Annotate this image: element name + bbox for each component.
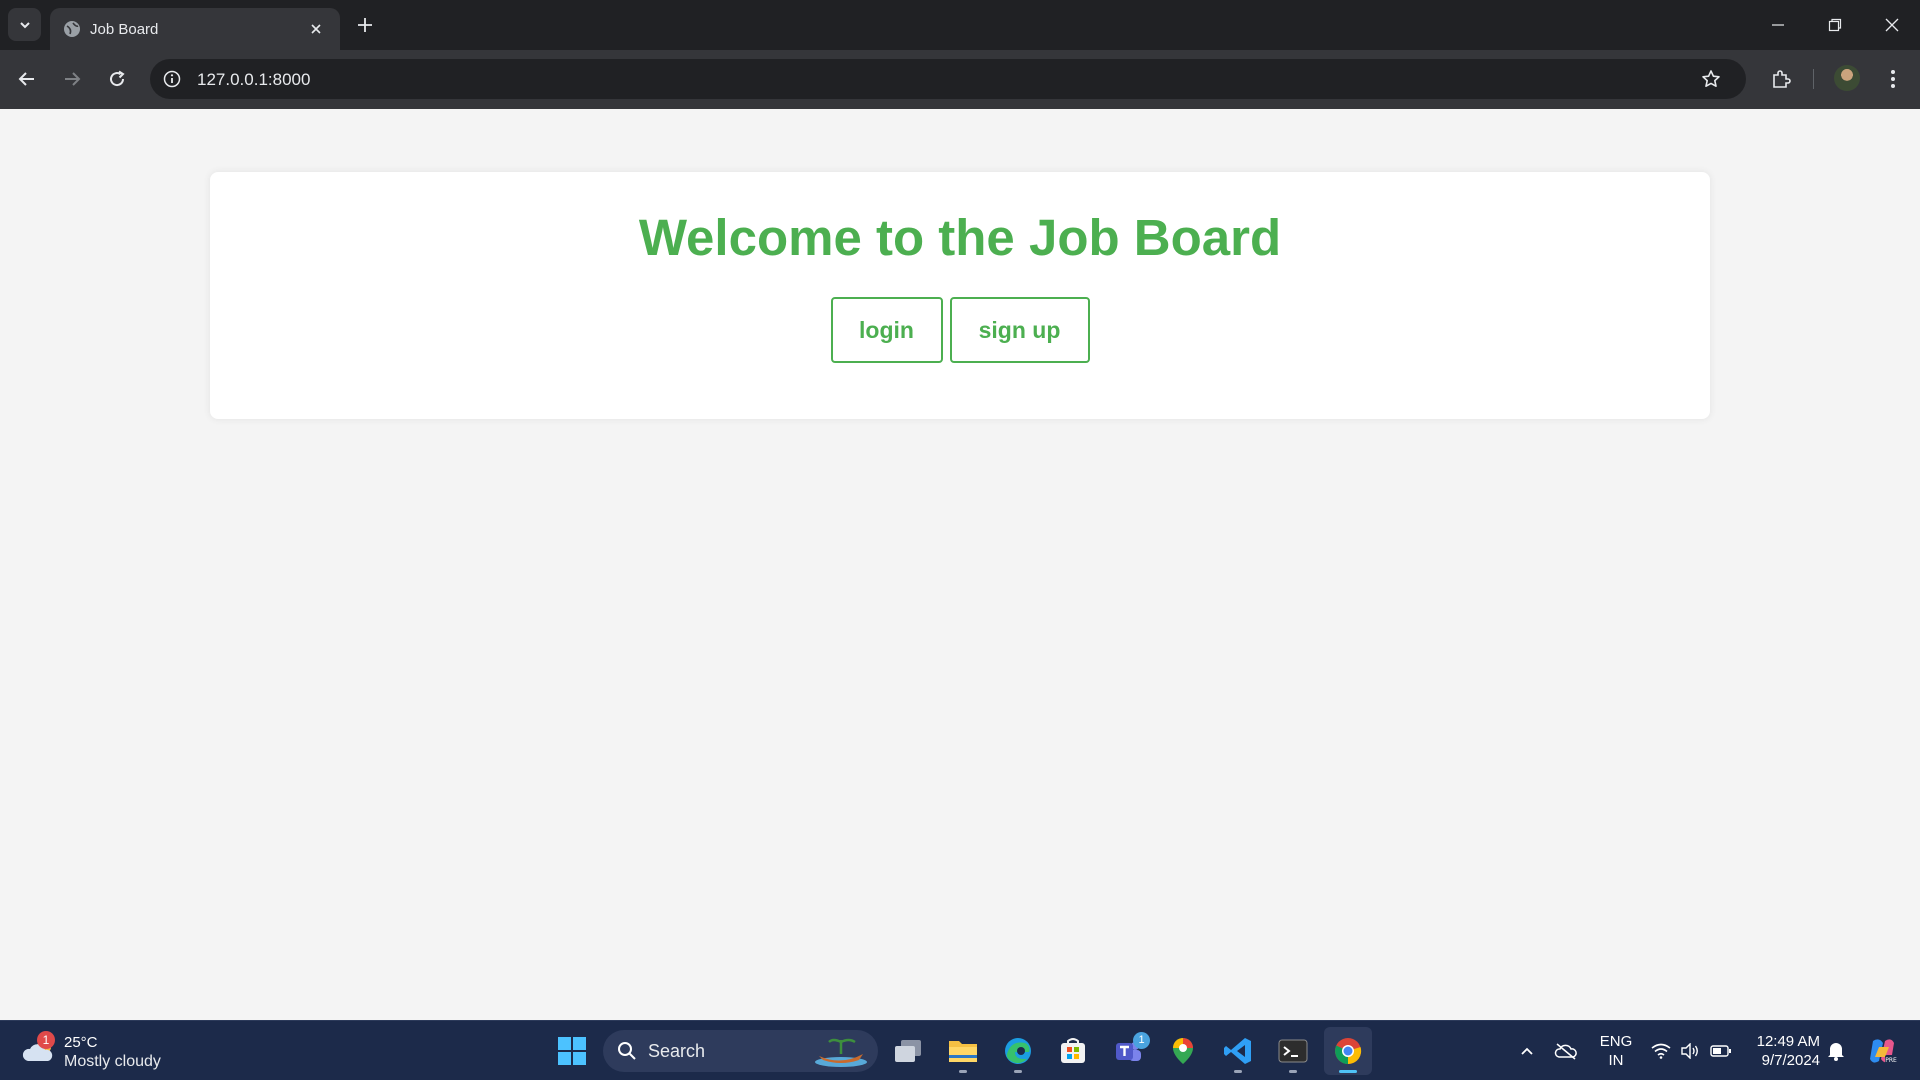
search-label: Search xyxy=(648,1041,706,1061)
menu-button[interactable] xyxy=(1876,62,1910,96)
reload-icon xyxy=(110,70,125,87)
speaker-icon xyxy=(1681,1043,1698,1059)
url-text[interactable]: 127.0.0.1:8000 xyxy=(197,70,310,90)
browser-tab-strip: Job Board xyxy=(0,0,1920,50)
close-icon xyxy=(311,24,321,34)
windows-taskbar: 1 25°C Mostly cloudy Search 1 ENG IN 12:… xyxy=(0,1020,1920,1080)
restore-button[interactable] xyxy=(1806,0,1863,50)
notifications-button[interactable] xyxy=(1822,1036,1850,1066)
site-info-button[interactable] xyxy=(160,67,184,91)
language-region: IN xyxy=(1608,1052,1624,1069)
auth-button-group: login sign up xyxy=(210,297,1710,363)
battery-icon xyxy=(1710,1045,1731,1057)
app-active-indicator xyxy=(1339,1070,1357,1073)
weather-description: Mostly cloudy xyxy=(64,1053,161,1070)
arrow-left-icon xyxy=(18,72,34,86)
taskbar-teams[interactable]: 1 xyxy=(1104,1027,1152,1075)
teams-notification-badge: 1 xyxy=(1133,1032,1150,1049)
weather-notification-badge: 1 xyxy=(37,1031,55,1049)
clock-time: 12:49 AM xyxy=(1756,1033,1820,1050)
taskbar-terminal[interactable] xyxy=(1269,1027,1317,1075)
edge-icon xyxy=(1005,1038,1031,1064)
language-code: ENG xyxy=(1599,1033,1633,1050)
more-vertical-icon xyxy=(1891,70,1895,88)
weather-temperature: 25°C xyxy=(64,1034,98,1051)
login-button[interactable]: login xyxy=(830,297,943,363)
store-icon xyxy=(1061,1038,1085,1063)
taskbar-task-view[interactable] xyxy=(884,1027,932,1075)
task-view-icon xyxy=(895,1040,921,1062)
onedrive-tray-icon[interactable] xyxy=(1552,1036,1580,1066)
tab-close-button[interactable] xyxy=(306,19,326,39)
chevron-down-icon xyxy=(19,21,30,28)
page-title: Welcome to the Job Board xyxy=(638,209,1282,266)
copilot-icon: PRE xyxy=(1870,1039,1897,1064)
copilot-button[interactable]: PRE xyxy=(1864,1036,1900,1066)
cloud-offline-icon xyxy=(1554,1043,1577,1060)
info-icon xyxy=(163,70,181,88)
arrow-right-icon xyxy=(65,72,81,86)
signup-button[interactable]: sign up xyxy=(949,297,1090,363)
minimize-icon xyxy=(1771,24,1784,26)
language-indicator[interactable]: ENG IN xyxy=(1598,1032,1634,1070)
battery-tray-icon[interactable] xyxy=(1707,1036,1735,1066)
reload-button[interactable] xyxy=(100,62,134,96)
app-running-indicator xyxy=(1289,1070,1297,1073)
browser-toolbar: 127.0.0.1:8000 xyxy=(0,50,1920,109)
taskbar-store[interactable] xyxy=(1049,1027,1097,1075)
vscode-icon xyxy=(1224,1038,1251,1064)
terminal-icon xyxy=(1278,1039,1308,1063)
wifi-icon xyxy=(1651,1043,1671,1059)
show-hidden-icons-button[interactable] xyxy=(1513,1036,1541,1066)
chevron-up-icon xyxy=(1521,1047,1533,1055)
close-icon xyxy=(1885,18,1898,32)
tab-title: Job Board xyxy=(90,21,159,38)
folder-icon xyxy=(949,1041,977,1062)
restore-icon xyxy=(1828,18,1841,32)
plus-icon xyxy=(358,18,372,32)
minimize-button[interactable] xyxy=(1749,0,1806,50)
start-button[interactable] xyxy=(552,1031,592,1071)
globe-icon xyxy=(64,21,80,37)
bell-icon xyxy=(1828,1043,1844,1061)
tab-search-button[interactable] xyxy=(8,8,41,41)
system-clock[interactable]: 12:49 AM 9/7/2024 xyxy=(1748,1032,1820,1070)
address-bar[interactable]: 127.0.0.1:8000 xyxy=(150,59,1746,99)
search-highlight-art-icon xyxy=(815,1038,867,1067)
star-icon xyxy=(1702,70,1720,87)
weather-widget[interactable]: 1 25°C Mostly cloudy xyxy=(20,1029,180,1073)
taskbar-maps[interactable] xyxy=(1159,1027,1207,1075)
browser-tab[interactable]: Job Board xyxy=(50,8,340,50)
welcome-card: Welcome to the Job Board login sign up xyxy=(210,172,1710,419)
windows-icon xyxy=(558,1037,586,1065)
back-button[interactable] xyxy=(10,62,44,96)
volume-tray-icon[interactable] xyxy=(1676,1036,1704,1066)
map-pin-icon xyxy=(1173,1038,1193,1064)
profile-avatar[interactable] xyxy=(1834,65,1860,91)
taskbar-edge[interactable] xyxy=(994,1027,1042,1075)
chrome-icon xyxy=(1335,1038,1362,1065)
new-tab-button[interactable] xyxy=(352,12,378,38)
app-running-indicator xyxy=(1234,1070,1242,1073)
taskbar-file-explorer[interactable] xyxy=(939,1027,987,1075)
taskbar-vscode[interactable] xyxy=(1214,1027,1262,1075)
toolbar-divider xyxy=(1813,69,1814,89)
extensions-button[interactable] xyxy=(1764,62,1798,96)
svg-text:PRE: PRE xyxy=(1885,1057,1897,1064)
forward-button[interactable] xyxy=(55,62,89,96)
search-icon xyxy=(618,1042,636,1060)
page-content: Welcome to the Job Board login sign up xyxy=(0,109,1920,1020)
taskbar-chrome[interactable] xyxy=(1324,1027,1372,1075)
close-window-button[interactable] xyxy=(1863,0,1920,50)
app-running-indicator xyxy=(959,1070,967,1073)
clock-date: 9/7/2024 xyxy=(1761,1052,1820,1069)
bookmark-button[interactable] xyxy=(1698,66,1724,92)
wifi-tray-icon[interactable] xyxy=(1647,1036,1675,1066)
app-running-indicator xyxy=(1014,1070,1022,1073)
taskbar-search[interactable]: Search xyxy=(603,1030,878,1072)
puzzle-icon xyxy=(1773,70,1791,88)
